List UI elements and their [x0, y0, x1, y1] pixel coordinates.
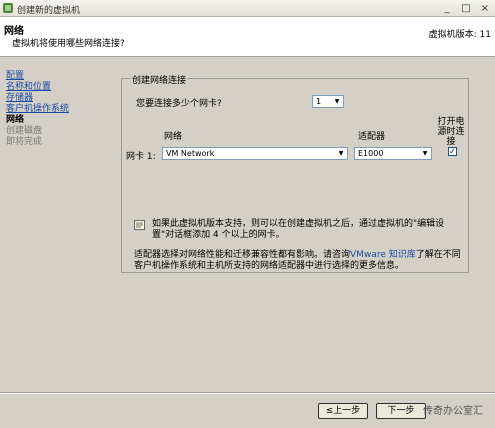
nav-item-storage[interactable]: 存储器 — [6, 93, 116, 104]
nav-item-ready-to-complete: 即将完成 — [6, 137, 43, 147]
column-header-network: 网络 — [164, 132, 183, 142]
nic-limit-note: 如果此虚拟机版本支持，则可以在创建虚拟机之后，通过虚拟机的"编辑设置"对话框添加… — [152, 219, 445, 240]
network-connections-group: 创建网络连接 您要连接多少个网卡? 1 ▼ 网络 适配器 打开电源时连接 网卡 … — [121, 73, 469, 273]
nic-count-label: 您要连接多少个网卡? — [136, 99, 222, 109]
nic-1-network-select[interactable]: VM Network ▼ — [162, 147, 348, 160]
info-note-icon — [134, 220, 145, 230]
nic-1-label: 网卡 1: — [126, 152, 156, 162]
wizard-header: 网络 虚拟机将使用哪些网络连接? 虚拟机版本: 11 — [0, 17, 495, 57]
nic-1-adapter-select[interactable]: E1000 ▼ — [354, 147, 432, 160]
nav-item-name-location[interactable]: 名称和位置 — [6, 82, 116, 93]
vsphere-app-icon — [3, 3, 13, 13]
next-button[interactable]: 下一步 — [376, 403, 426, 419]
footer-separator — [0, 392, 495, 394]
chevron-down-icon[interactable]: ▼ — [420, 149, 430, 158]
back-button[interactable]: ≤上一步 — [318, 403, 368, 419]
wizard-steps-nav: 配置 名称和位置 存储器 客户机操作系统 网络 创建磁盘 即将完成 — [6, 71, 116, 148]
nav-item-guest-os[interactable]: 客户机操作系统 — [6, 104, 116, 115]
adapter-info-prefix: 适配器选择对网络性能和迁移兼容性都有影响。请咨询 — [134, 250, 351, 260]
adapter-info-text: 适配器选择对网络性能和迁移兼容性都有影响。请咨询VMware 知识库了解在不同客… — [134, 250, 466, 272]
page-subtitle: 虚拟机将使用哪些网络连接? — [12, 39, 125, 49]
nic-count-value: 1 — [316, 97, 322, 106]
chevron-down-icon[interactable]: ▼ — [332, 97, 342, 106]
page-title: 网络 — [4, 26, 24, 37]
nav-item-network: 网络 — [6, 115, 25, 125]
column-header-adapter: 适配器 — [358, 132, 386, 142]
nic-count-select[interactable]: 1 ▼ — [312, 95, 344, 108]
close-button[interactable]: × — [476, 2, 494, 15]
nic-1-network-value: VM Network — [166, 149, 215, 158]
window-titlebar: 创建新的虚拟机 _ □ × — [0, 0, 495, 17]
chevron-down-icon[interactable]: ▼ — [336, 149, 346, 158]
nav-item-config[interactable]: 配置 — [6, 71, 116, 82]
vmware-kb-link[interactable]: VMware 知识库 — [350, 250, 416, 260]
window-title: 创建新的虚拟机 — [17, 6, 81, 16]
nic-1-connect-at-power-on-checkbox[interactable]: ✓ — [448, 147, 457, 156]
watermark-text: 传奇办公室汇 — [423, 406, 483, 417]
vm-version-label: 虚拟机版本: 11 — [428, 30, 491, 40]
maximize-button[interactable]: □ — [457, 2, 475, 15]
minimize-button[interactable]: _ — [438, 2, 456, 15]
nic-1-adapter-value: E1000 — [358, 149, 384, 158]
column-header-connect-at-power-on: 打开电源时连接 — [437, 117, 465, 147]
group-legend: 创建网络连接 — [130, 73, 189, 86]
nav-item-create-disk: 创建磁盘 — [6, 126, 43, 136]
